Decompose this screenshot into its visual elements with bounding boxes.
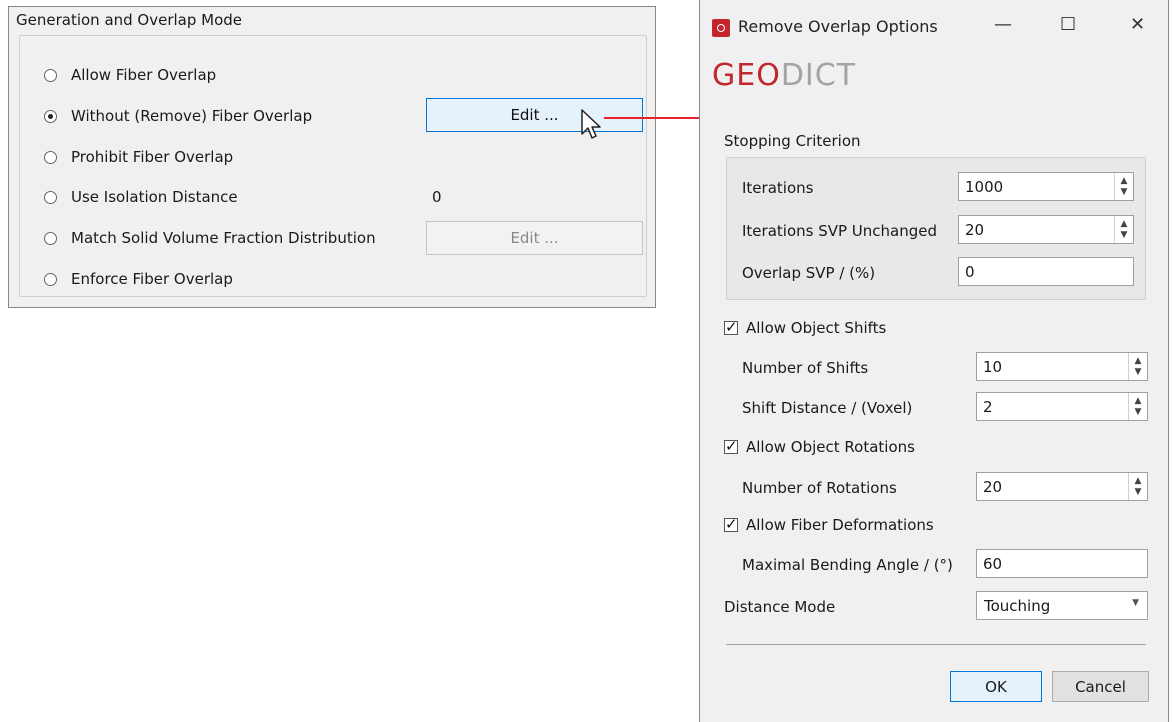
geodict-logo: GEODICT xyxy=(712,58,856,93)
svp-unchanged-label: Iterations SVP Unchanged xyxy=(742,222,938,240)
radio-button[interactable] xyxy=(44,109,57,123)
checkbox[interactable] xyxy=(724,515,738,533)
edit-remove-overlap-button[interactable]: Edit ... xyxy=(426,98,643,132)
number-of-shifts-value: 10 xyxy=(983,357,1003,376)
spin-arrows-icon[interactable]: ▲ ▼ xyxy=(1114,173,1133,200)
overlap-svp-input[interactable]: 0 xyxy=(958,257,1134,286)
cancel-button[interactable]: Cancel xyxy=(1052,671,1149,702)
number-of-shifts-spinbox[interactable]: 10 ▲ ▼ xyxy=(976,352,1148,381)
radio-label: Prohibit Fiber Overlap xyxy=(71,148,234,166)
chevron-down-icon: ▼ xyxy=(1132,598,1139,608)
overlap-mode-group: Allow Fiber Overlap Without (Remove) Fib… xyxy=(19,35,647,297)
max-bending-angle-label: Maximal Bending Angle / (°) xyxy=(742,556,953,574)
ok-button[interactable]: OK xyxy=(950,671,1042,702)
allow-object-shifts-checkbox[interactable]: Allow Object Shifts xyxy=(724,318,887,337)
checkbox-label: Allow Object Rotations xyxy=(746,438,915,456)
callout-arrow-line xyxy=(604,117,706,119)
spin-arrows-icon[interactable]: ▲ ▼ xyxy=(1128,353,1147,380)
dialog-titlebar: Remove Overlap Options — ☐ ✕ xyxy=(700,0,1168,55)
iterations-label: Iterations xyxy=(742,179,814,197)
radio-match-svf-distribution[interactable]: Match Solid Volume Fraction Distribution xyxy=(44,226,376,250)
overlap-svp-value: 0 xyxy=(965,262,975,281)
radio-label: Enforce Fiber Overlap xyxy=(71,270,233,288)
allow-fiber-deformations-checkbox[interactable]: Allow Fiber Deformations xyxy=(724,515,934,534)
generation-overlap-panel: Generation and Overlap Mode Allow Fiber … xyxy=(8,6,656,308)
number-of-shifts-label: Number of Shifts xyxy=(742,359,869,377)
number-of-rotations-spinbox[interactable]: 20 ▲ ▼ xyxy=(976,472,1148,501)
svp-unchanged-spinbox[interactable]: 20 ▲ ▼ xyxy=(958,215,1134,244)
iterations-value: 1000 xyxy=(965,177,1004,196)
radio-remove-fiber-overlap[interactable]: Without (Remove) Fiber Overlap xyxy=(44,104,312,128)
radio-use-isolation-distance[interactable]: Use Isolation Distance xyxy=(44,185,238,209)
radio-button[interactable] xyxy=(44,231,57,245)
distance-mode-value: Touching xyxy=(984,596,1051,615)
isolation-distance-value: 0 xyxy=(432,188,442,206)
checkbox-label: Allow Fiber Deformations xyxy=(746,516,934,534)
max-bending-angle-input[interactable]: 60 xyxy=(976,549,1148,578)
radio-label: Without (Remove) Fiber Overlap xyxy=(71,107,313,125)
distance-mode-label: Distance Mode xyxy=(724,598,836,616)
logo-geo: GEO xyxy=(712,58,781,93)
radio-enforce-fiber-overlap[interactable]: Enforce Fiber Overlap xyxy=(44,267,233,291)
spin-arrows-icon[interactable]: ▲ ▼ xyxy=(1128,393,1147,420)
spin-arrows-icon[interactable]: ▲ ▼ xyxy=(1128,473,1147,500)
checkbox-label: Allow Object Shifts xyxy=(746,319,887,337)
geodict-app-icon xyxy=(712,19,730,37)
iterations-spinbox[interactable]: 1000 ▲ ▼ xyxy=(958,172,1134,201)
allow-object-rotations-checkbox[interactable]: Allow Object Rotations xyxy=(724,437,915,456)
dialog-title: Remove Overlap Options xyxy=(738,17,938,36)
number-of-rotations-value: 20 xyxy=(983,477,1003,496)
minimize-icon[interactable]: — xyxy=(994,14,1012,35)
number-of-rotations-label: Number of Rotations xyxy=(742,479,897,497)
logo-dict: DICT xyxy=(780,58,857,93)
max-bending-angle-value: 60 xyxy=(983,554,1003,573)
dialog-separator xyxy=(726,644,1146,645)
distance-mode-select[interactable]: Touching ▼ xyxy=(976,591,1148,620)
radio-allow-fiber-overlap[interactable]: Allow Fiber Overlap xyxy=(44,63,216,87)
radio-label: Match Solid Volume Fraction Distribution xyxy=(71,229,376,247)
shift-distance-spinbox[interactable]: 2 ▲ ▼ xyxy=(976,392,1148,421)
edit-svf-distribution-button: Edit ... xyxy=(426,221,643,255)
spin-arrows-icon[interactable]: ▲ ▼ xyxy=(1114,216,1133,243)
panel-title: Generation and Overlap Mode xyxy=(16,11,243,29)
shift-distance-value: 2 xyxy=(983,397,993,416)
remove-overlap-dialog: Remove Overlap Options — ☐ ✕ GEODICT Sto… xyxy=(699,0,1169,722)
radio-label: Allow Fiber Overlap xyxy=(71,66,217,84)
radio-button[interactable] xyxy=(44,190,57,204)
svp-unchanged-value: 20 xyxy=(965,220,985,239)
radio-button[interactable] xyxy=(44,150,57,164)
radio-button[interactable] xyxy=(44,272,57,286)
checkbox[interactable] xyxy=(724,437,738,455)
radio-label: Use Isolation Distance xyxy=(71,188,238,206)
maximize-icon[interactable]: ☐ xyxy=(1060,14,1076,35)
shift-distance-label: Shift Distance / (Voxel) xyxy=(742,399,913,417)
checkbox[interactable] xyxy=(724,318,738,336)
close-icon[interactable]: ✕ xyxy=(1130,14,1145,35)
stopping-criterion-title: Stopping Criterion xyxy=(724,132,861,150)
radio-prohibit-fiber-overlap[interactable]: Prohibit Fiber Overlap xyxy=(44,145,233,169)
mouse-cursor-icon xyxy=(580,108,602,146)
overlap-svp-label: Overlap SVP / (%) xyxy=(742,264,876,282)
radio-button[interactable] xyxy=(44,68,57,82)
